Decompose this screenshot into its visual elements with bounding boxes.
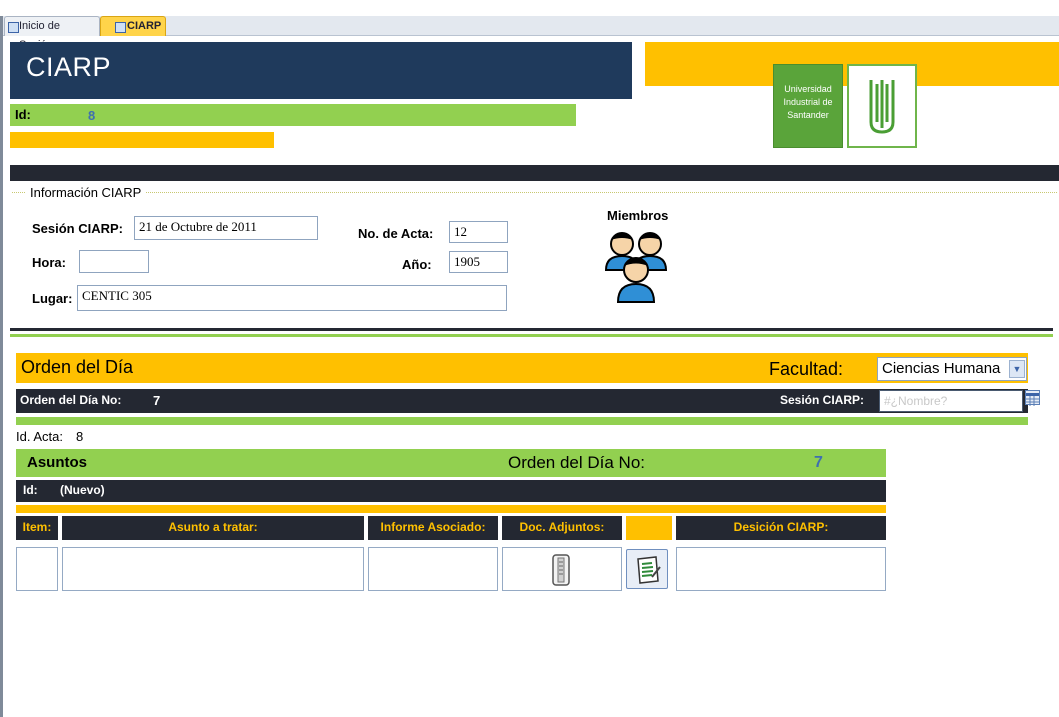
orden-sesion-label: Sesión CIARP: — [780, 393, 865, 407]
col-header-blank — [626, 516, 672, 540]
no-acta-label: No. de Acta: — [358, 226, 434, 241]
window-left-edge — [0, 16, 3, 717]
form-icon — [8, 22, 19, 33]
chevron-down-icon[interactable]: ▼ — [1009, 360, 1025, 378]
decision-cell[interactable] — [676, 547, 886, 591]
header-divider — [10, 165, 1059, 181]
id-value: 8 — [88, 108, 96, 123]
id-acta-label: Id. Acta: — [16, 429, 63, 444]
anio-label: Año: — [402, 257, 432, 272]
anio-field[interactable]: 1905 — [449, 251, 508, 273]
orden-del-dia-title: Orden del Día — [21, 357, 134, 377]
item-cell[interactable] — [16, 547, 58, 591]
uis-emblem-icon — [869, 80, 895, 134]
lugar-label: Lugar: — [32, 291, 73, 306]
asuntos-orden-label: Orden del Día No: — [508, 453, 646, 472]
form-icon — [115, 22, 126, 33]
informe-cell[interactable] — [368, 547, 498, 591]
section-divider-dark — [10, 328, 1053, 331]
col-header-asunto: Asunto a tratar: — [62, 516, 364, 540]
doc-adjuntos-cell[interactable] — [502, 547, 622, 591]
members-icon — [604, 232, 668, 303]
lugar-field[interactable]: CENTIC 305 — [77, 285, 507, 311]
no-acta-field[interactable]: 12 — [449, 221, 508, 243]
page-title: CIARP — [26, 52, 112, 82]
asuntos-title: Asuntos — [27, 454, 87, 471]
section-rule — [12, 192, 1057, 193]
asunto-id-label: Id: — [23, 483, 38, 497]
tab-ciarp[interactable]: CIARP — [100, 16, 166, 36]
section-label-informacion: Información CIARP — [26, 185, 146, 200]
sesion-ciarp-label: Sesión CIARP: — [32, 221, 124, 236]
calendar-icon[interactable] — [1025, 390, 1040, 406]
tab-inicio-sesion[interactable]: Inicio de Sesión — [4, 16, 100, 51]
orden-no-value: 7 — [153, 393, 161, 408]
miembros-label: Miembros — [607, 208, 669, 223]
university-logo-text: Universidad Industrial de Santander — [773, 64, 843, 148]
hora-field[interactable] — [79, 250, 149, 273]
orden-no-bar — [16, 389, 1028, 413]
hora-label: Hora: — [32, 255, 66, 270]
col-header-doc-adjuntos: Doc. Adjuntos: — [502, 516, 622, 540]
facultad-select[interactable]: Ciencias Humana ▼ — [877, 357, 1027, 381]
sesion-ciarp-field[interactable]: 21 de Octubre de 2011 — [134, 216, 318, 240]
calendar-grid-icon — [1026, 393, 1039, 406]
asunto-id-bar — [16, 480, 886, 502]
document-edit-icon — [637, 556, 661, 584]
id-label: Id: — [15, 107, 31, 122]
asuntos-bar — [16, 449, 886, 477]
id-acta-value: 8 — [76, 429, 84, 444]
attachment-icon — [552, 554, 570, 586]
col-header-informe: Informe Asociado: — [368, 516, 498, 540]
orden-green-strip — [16, 417, 1028, 425]
orden-no-label: Orden del Día No: — [20, 393, 122, 407]
asunto-yellow-strip — [16, 505, 886, 513]
orden-sesion-field[interactable]: #¿Nombre? — [879, 390, 1023, 412]
edit-document-button[interactable] — [626, 549, 668, 589]
uis-logo — [847, 64, 917, 148]
section-divider-green — [10, 334, 1053, 337]
header-yellow-strip — [10, 132, 274, 148]
members-button[interactable] — [604, 226, 668, 306]
col-header-decision: Desición CIARP: — [676, 516, 886, 540]
facultad-label: Facultad: — [769, 359, 844, 379]
col-header-item: Item: — [16, 516, 58, 540]
asunto-id-value: (Nuevo) — [60, 483, 105, 497]
asuntos-orden-value: 7 — [814, 454, 823, 471]
asunto-cell[interactable] — [62, 547, 364, 591]
